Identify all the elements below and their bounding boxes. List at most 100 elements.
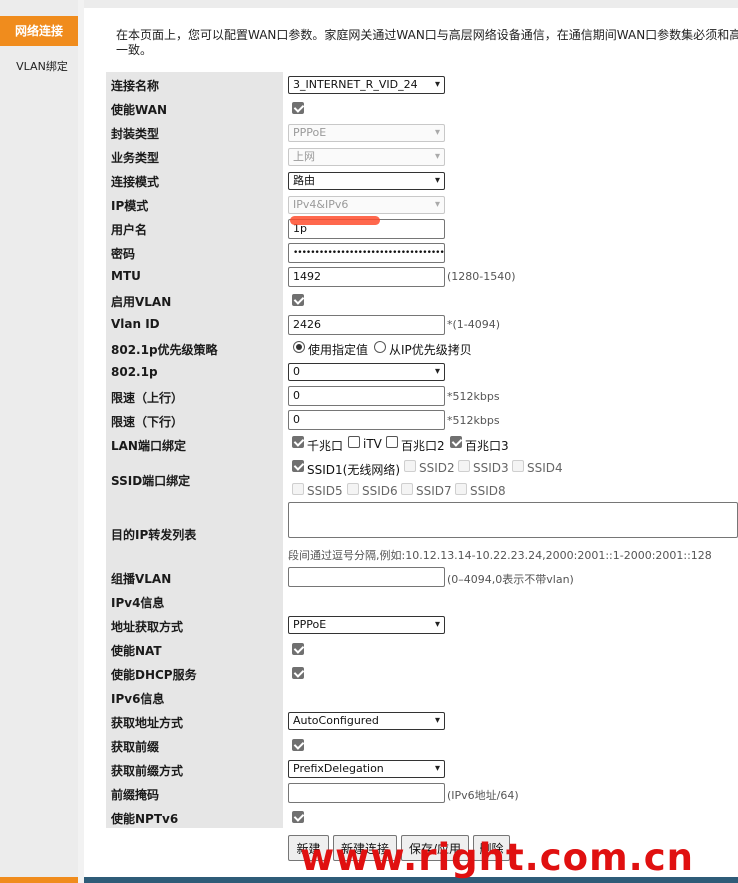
prefix-method-value: PrefixDelegation (293, 762, 384, 775)
dot1p-select[interactable]: 0 ▾ (288, 363, 445, 381)
rate-down-input[interactable]: 0 (288, 410, 445, 430)
intro-line-2: 一致。 (116, 43, 153, 57)
label-addr-method: 地址获取方式 (111, 620, 184, 634)
encap-select: PPPoE ▾ (288, 124, 445, 142)
ssid-4-checkbox (512, 460, 524, 472)
ip-mode-select: IPv4&IPv6 ▾ (288, 196, 445, 214)
watermark: www.right.com.cn (300, 836, 694, 879)
service-value: 上网 (293, 150, 315, 163)
chevron-down-icon: ▾ (434, 175, 440, 186)
label-password: 密码 (111, 247, 136, 261)
lan-port-1-label: 千兆口 (307, 439, 344, 453)
lan-port-1-checkbox[interactable] (292, 436, 304, 448)
vlan-id-input[interactable]: 2426 (288, 315, 445, 335)
ssid-1-checkbox[interactable] (292, 460, 304, 472)
enable-dhcp-checkbox[interactable] (292, 667, 304, 679)
chevron-down-icon: ▾ (434, 619, 440, 630)
lan-port-2-checkbox[interactable] (348, 436, 360, 448)
v6-addr-method-value: AutoConfigured (293, 714, 379, 727)
label-prio-policy: 802.1p优先级策略 (111, 343, 218, 357)
rate-up-input[interactable]: 0 (288, 386, 445, 406)
rate-down-value: 0 (293, 413, 300, 426)
nav-network-connection[interactable]: 网络连接 (0, 16, 78, 46)
encap-value: PPPoE (293, 126, 327, 139)
label-enable-nptv6: 使能NPTv6 (111, 812, 179, 826)
prio-copy-radio[interactable] (374, 341, 386, 353)
lan-port-3-label: 百兆口2 (401, 439, 445, 453)
chevron-down-icon: ▾ (434, 79, 440, 90)
get-prefix-checkbox[interactable] (292, 739, 304, 751)
label-rate-down: 限速（下行） (111, 415, 184, 429)
ssid-8-label: SSID8 (470, 484, 506, 498)
dest-ip-hint: 段间通过逗号分隔,例如:10.12.13.14-10.22.23.24,2000… (288, 549, 712, 562)
mcast-vlan-hint: (0–4094,0表示不带vlan) (447, 573, 574, 586)
rate-up-hint: *512kbps (447, 390, 500, 403)
conn-mode-value: 路由 (293, 174, 315, 187)
conn-name-select[interactable]: 3_INTERNET_R_VID_24 ▾ (288, 76, 445, 94)
label-mcast-vlan: 组播VLAN (111, 572, 172, 586)
label-enable-vlan: 启用VLAN (111, 295, 172, 309)
prio-specified-label: 使用指定值 (308, 343, 369, 357)
label-enable-wan: 使能WAN (111, 103, 168, 117)
dest-ip-textarea[interactable] (288, 502, 738, 538)
ssid-2-checkbox (404, 460, 416, 472)
password-input[interactable]: ••••••••••••••••••••••••••••••••••••••••… (288, 243, 445, 263)
chevron-down-icon: ▾ (434, 366, 440, 377)
nav-vlan-binding[interactable]: VLAN绑定 (0, 58, 84, 74)
prefix-mask-input[interactable] (288, 783, 445, 803)
lan-port-4-checkbox[interactable] (450, 436, 462, 448)
enable-vlan-checkbox[interactable] (292, 294, 304, 306)
prefix-method-select[interactable]: PrefixDelegation ▾ (288, 760, 445, 778)
addr-method-select[interactable]: PPPoE ▾ (288, 616, 445, 634)
label-ip-mode: IP模式 (111, 199, 149, 213)
label-rate-up: 限速（上行） (111, 391, 184, 405)
ssid-2-label: SSID2 (419, 461, 455, 475)
prio-copy-label: 从IP优先级拷贝 (389, 343, 472, 357)
label-get-prefix: 获取前缀 (111, 740, 160, 754)
v6-addr-method-select[interactable]: AutoConfigured ▾ (288, 712, 445, 730)
enable-nat-checkbox[interactable] (292, 643, 304, 655)
chevron-down-icon: ▾ (434, 151, 440, 162)
label-v6-addr-method: 获取地址方式 (111, 716, 184, 730)
enable-wan-checkbox[interactable] (292, 102, 304, 114)
mcast-vlan-input[interactable] (288, 567, 445, 587)
label-dest-ip: 目的IP转发列表 (111, 528, 197, 542)
label-mtu: MTU (111, 269, 141, 283)
ssid-8-checkbox (455, 483, 467, 495)
sidebar (0, 0, 78, 883)
ssid-5-checkbox (292, 483, 304, 495)
mtu-input[interactable]: 1492 (288, 267, 445, 287)
label-ipv6-info: IPv6信息 (111, 692, 165, 706)
label-enable-dhcp: 使能DHCP服务 (111, 668, 197, 682)
ssid-4-label: SSID4 (527, 461, 563, 475)
dot1p-value: 0 (293, 365, 300, 378)
addr-method-value: PPPoE (293, 618, 327, 631)
conn-mode-select[interactable]: 路由 ▾ (288, 172, 445, 190)
ssid-5-label: SSID5 (307, 484, 343, 498)
prio-specified-radio[interactable] (293, 341, 305, 353)
label-vlan-id: Vlan ID (111, 317, 160, 331)
vlan-id-value: 2426 (293, 318, 321, 331)
label-lan-bind: LAN端口绑定 (111, 439, 186, 453)
conn-name-value: 3_INTERNET_R_VID_24 (293, 78, 418, 91)
label-ssid-bind: SSID端口绑定 (111, 474, 191, 488)
lan-port-2-label: iTV (363, 437, 382, 451)
vlan-id-hint: *(1-4094) (447, 318, 501, 331)
ssid-6-checkbox (347, 483, 359, 495)
ip-mode-value: IPv4&IPv6 (293, 198, 349, 211)
ssid-7-label: SSID7 (416, 484, 452, 498)
chevron-down-icon: ▾ (434, 199, 440, 210)
label-enable-nat: 使能NAT (111, 644, 162, 658)
prefix-mask-hint: (IPv6地址/64) (447, 789, 519, 802)
intro-line-1: 在本页面上，您可以配置WAN口参数。家庭网关通过WAN口与高层网络设备通信，在通… (116, 28, 738, 42)
rate-up-value: 0 (293, 389, 300, 402)
lan-port-4-label: 百兆口3 (465, 439, 509, 453)
lan-port-3-checkbox[interactable] (386, 436, 398, 448)
ssid-3-label: SSID3 (473, 461, 509, 475)
ssid-1-label: SSID1(无线网络) (307, 463, 401, 477)
ssid-3-checkbox (458, 460, 470, 472)
label-conn-name: 连接名称 (111, 79, 160, 93)
label-username: 用户名 (111, 223, 148, 237)
enable-nptv6-checkbox[interactable] (292, 811, 304, 823)
label-encap: 封装类型 (111, 127, 160, 141)
